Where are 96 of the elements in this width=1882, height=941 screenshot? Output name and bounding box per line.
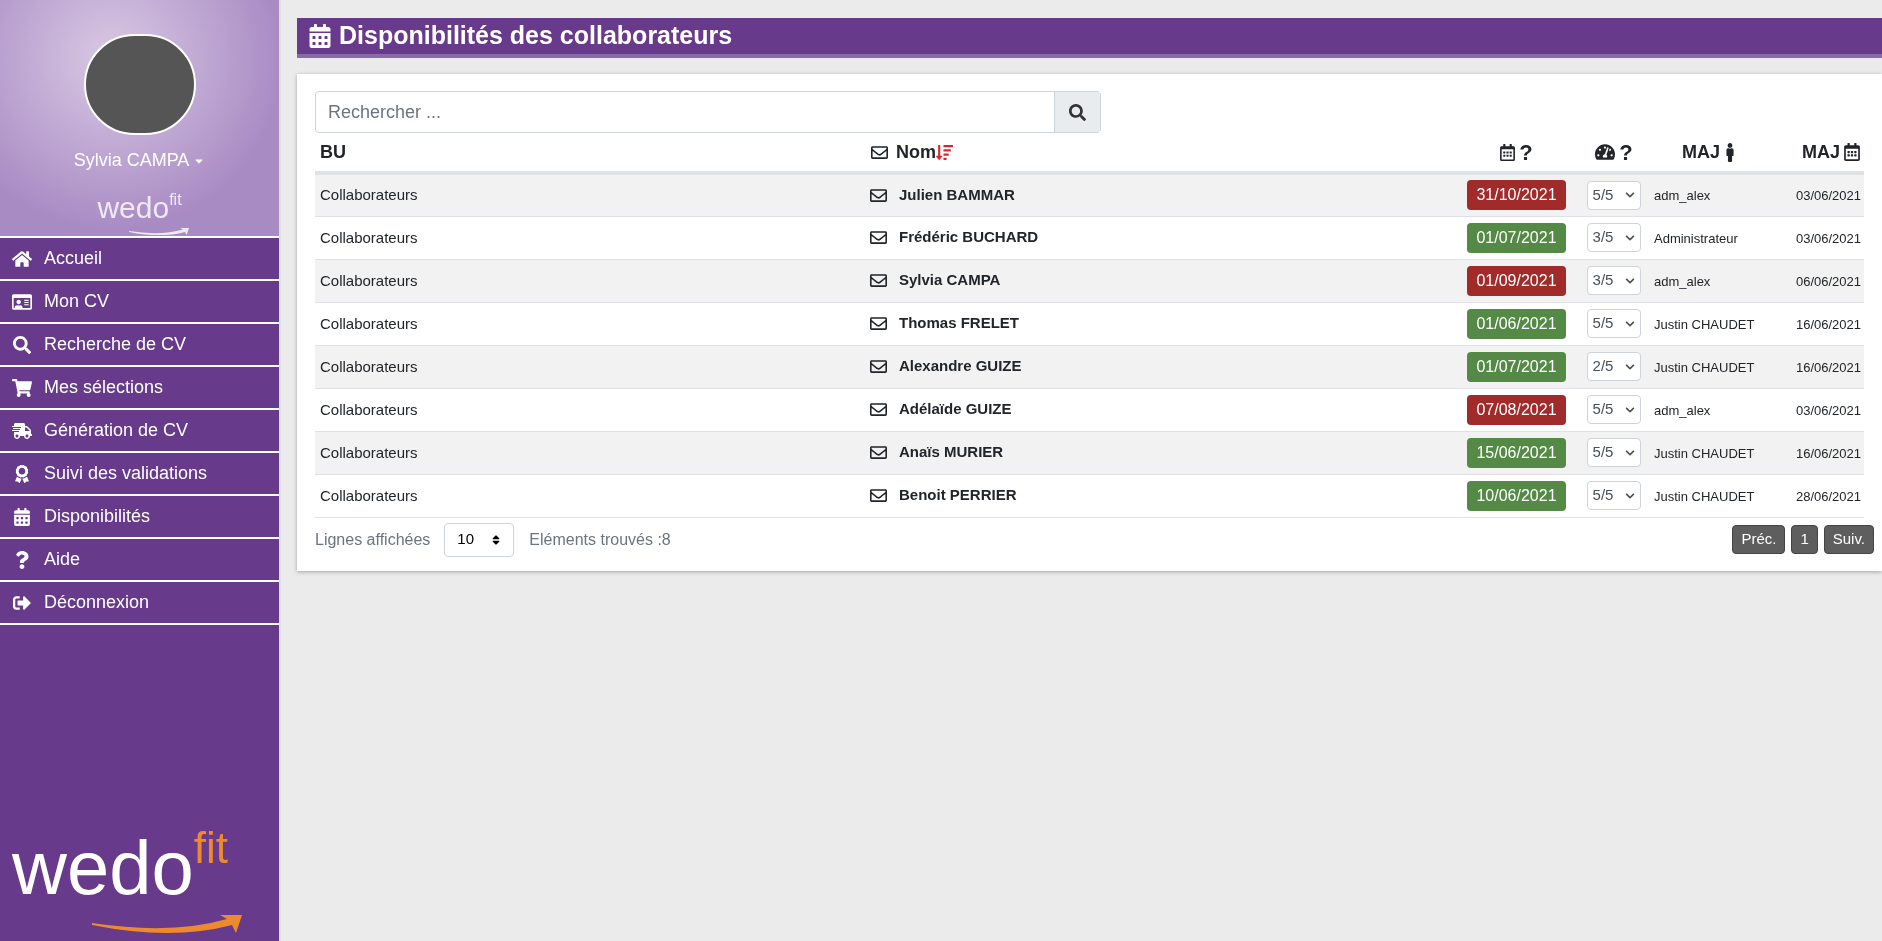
- name-cell-text: Benoit PERRIER: [899, 485, 1017, 506]
- chevron-icon: [1625, 447, 1636, 458]
- search-icon: [12, 335, 32, 354]
- envelope-icon: [870, 229, 887, 246]
- bu-cell: Collaborateurs: [320, 186, 418, 204]
- name-cell-text: Alexandre GUIZE: [899, 356, 1022, 377]
- calendar-icon: [1500, 143, 1516, 161]
- calendar-icon: [12, 507, 32, 526]
- chevron-icon: [1625, 361, 1636, 372]
- updated-on-cell: 03/06/2021: [1795, 188, 1861, 204]
- updated-on-cell: 28/06/2021: [1795, 488, 1861, 504]
- envelope-icon: [870, 358, 887, 375]
- updated-by-cell: adm_alex: [1654, 188, 1711, 204]
- chevron-icon: [1625, 232, 1636, 243]
- updated-on-cell: 06/06/2021: [1795, 273, 1861, 289]
- updated-on-cell: 16/06/2021: [1795, 359, 1861, 375]
- level-select[interactable]: 5/5: [1586, 481, 1642, 510]
- name-cell-text: Adélaïde GUIZE: [899, 399, 1012, 420]
- column-header[interactable]: Nom: [896, 138, 936, 166]
- level-select[interactable]: 3/5: [1586, 266, 1642, 295]
- level-select[interactable]: 3/5: [1586, 223, 1642, 252]
- bu-cell: Collaborateurs: [320, 486, 418, 504]
- level-select[interactable]: 5/5: [1586, 395, 1642, 424]
- updated-by-cell: Administrateur: [1654, 230, 1738, 246]
- availability-badge: 31/10/2021: [1467, 180, 1566, 211]
- rows-select[interactable]: 10: [444, 522, 515, 557]
- exit-icon: [12, 593, 32, 612]
- results-count: Eléments trouvés :8: [529, 529, 671, 550]
- bu-cell: Collaborateurs: [320, 228, 418, 246]
- calendar-icon: [309, 24, 331, 48]
- ribbon-icon: [12, 464, 32, 483]
- column-header: ?: [1619, 138, 1633, 167]
- name-cell-text: Thomas FRELET: [899, 313, 1019, 334]
- name-cell-text: Anaïs MURIER: [899, 442, 1004, 463]
- envelope-icon: [870, 315, 887, 332]
- bu-cell: Collaborateurs: [320, 357, 418, 375]
- pagination-button[interactable]: 1: [1791, 525, 1818, 554]
- bu-cell: Collaborateurs: [320, 400, 418, 418]
- swoosh-icon: [129, 227, 190, 236]
- envelope-icon: [870, 272, 887, 289]
- updated-by-cell: Justin CHAUDET: [1654, 359, 1755, 375]
- envelope-icon: [870, 186, 887, 204]
- bu-cell: Collaborateurs: [320, 271, 418, 289]
- level-select[interactable]: 5/5: [1586, 309, 1642, 338]
- availability-badge: 15/06/2021: [1467, 437, 1566, 468]
- sort-icon: [491, 533, 502, 546]
- availability-badge: 01/07/2021: [1467, 351, 1566, 382]
- updated-by-cell: Justin CHAUDET: [1654, 488, 1755, 504]
- bu-cell: Collaborateurs: [320, 314, 418, 332]
- column-header: MAJ: [1802, 140, 1840, 164]
- page-title: Disponibilités des collaborateurs: [339, 20, 733, 52]
- column-header: MAJ: [1682, 140, 1720, 164]
- envelope-icon: [870, 444, 887, 461]
- chevron-icon: [1625, 275, 1636, 286]
- pagination-button[interactable]: Suiv.: [1823, 525, 1874, 554]
- updated-on-cell: 16/06/2021: [1795, 316, 1861, 332]
- level-select[interactable]: 2/5: [1586, 352, 1642, 381]
- search-icon: [1069, 103, 1086, 121]
- updated-on-cell: 03/06/2021: [1795, 230, 1861, 246]
- updated-by-cell: adm_alex: [1654, 273, 1711, 289]
- column-header: BU: [320, 141, 346, 162]
- home-icon: [12, 249, 32, 268]
- chevron-icon: [1625, 404, 1636, 415]
- envelope-icon: [870, 401, 887, 418]
- availability-badge: 01/09/2021: [1467, 265, 1566, 296]
- sort-icon: [936, 143, 953, 161]
- availability-badge: 07/08/2021: [1467, 394, 1566, 425]
- level-select[interactable]: 5/5: [1586, 180, 1642, 210]
- availability-badge: 01/06/2021: [1467, 308, 1566, 339]
- availability-badge: 01/07/2021: [1467, 222, 1566, 253]
- chevron-icon: [1625, 318, 1636, 329]
- envelope-icon: [871, 143, 888, 161]
- bu-cell: Collaborateurs: [320, 443, 418, 461]
- updated-on-cell: 16/06/2021: [1795, 445, 1861, 461]
- column-header: ?: [1519, 138, 1533, 167]
- gauge-icon: [1595, 143, 1616, 161]
- calendar-icon: [1844, 143, 1860, 161]
- name-cell-text: Sylvia CAMPA: [899, 270, 1001, 291]
- cart-icon: [12, 378, 32, 397]
- name-cell-text: Frédéric BUCHARD: [899, 227, 1039, 248]
- updated-by-cell: Justin CHAUDET: [1654, 316, 1755, 332]
- swoosh-icon: [92, 913, 242, 935]
- updated-by-cell: Justin CHAUDET: [1654, 445, 1755, 461]
- pagination-button[interactable]: Préc.: [1732, 525, 1786, 554]
- rows-label: Lignes affichées: [315, 529, 431, 550]
- truck-icon: [12, 421, 32, 440]
- name-cell-text: Julien BAMMAR: [899, 185, 1015, 205]
- id-card-icon: [12, 292, 32, 311]
- chevron-icon: [1625, 490, 1636, 501]
- envelope-icon: [870, 487, 887, 504]
- updated-by-cell: adm_alex: [1654, 402, 1711, 418]
- level-select[interactable]: 5/5: [1586, 438, 1642, 467]
- availability-badge: 10/06/2021: [1467, 480, 1566, 511]
- search-button[interactable]: [1054, 92, 1100, 132]
- updated-on-cell: 03/06/2021: [1795, 402, 1861, 418]
- person-icon: [1724, 142, 1736, 162]
